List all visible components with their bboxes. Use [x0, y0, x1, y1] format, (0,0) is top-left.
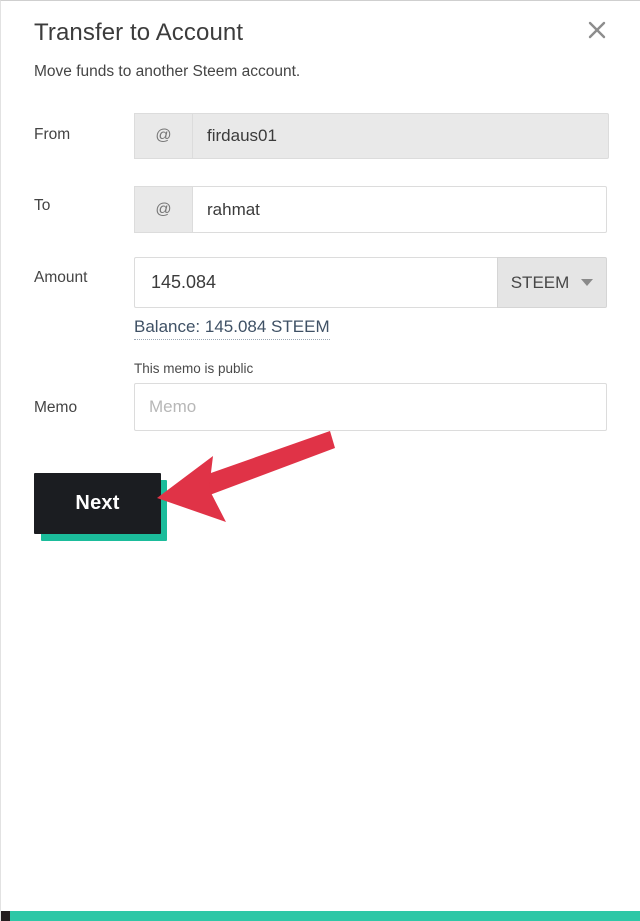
from-account-input[interactable] [192, 113, 609, 159]
to-field-group: @ [134, 186, 607, 233]
close-icon [582, 15, 612, 45]
at-sign-icon: @ [134, 113, 192, 159]
memo-field-group [134, 383, 607, 431]
amount-field-group: STEEM [134, 257, 607, 308]
memo-public-note: This memo is public [134, 361, 254, 376]
modal-subtitle: Move funds to another Steem account. [34, 63, 301, 80]
bottom-accent-bar [1, 911, 640, 921]
balance-link[interactable]: Balance: 145.084 STEEM [134, 317, 330, 340]
from-field-group: @ [134, 113, 609, 159]
close-button[interactable] [582, 15, 612, 45]
chevron-down-icon [581, 279, 594, 286]
page-title: Transfer to Account [34, 19, 244, 46]
currency-select[interactable]: STEEM [497, 257, 607, 308]
from-label: From [34, 126, 71, 143]
amount-input[interactable] [134, 257, 497, 308]
next-button[interactable]: Next [34, 473, 161, 534]
currency-select-value: STEEM [510, 272, 570, 292]
transfer-modal: Transfer to Account Move funds to anothe… [0, 0, 640, 921]
to-label: To [34, 197, 51, 214]
memo-input[interactable] [134, 383, 607, 431]
amount-label: Amount [34, 269, 88, 286]
to-account-input[interactable] [192, 186, 607, 233]
bottom-bar-left-marker [1, 911, 10, 921]
at-sign-icon: @ [134, 186, 192, 233]
memo-label: Memo [34, 399, 78, 416]
